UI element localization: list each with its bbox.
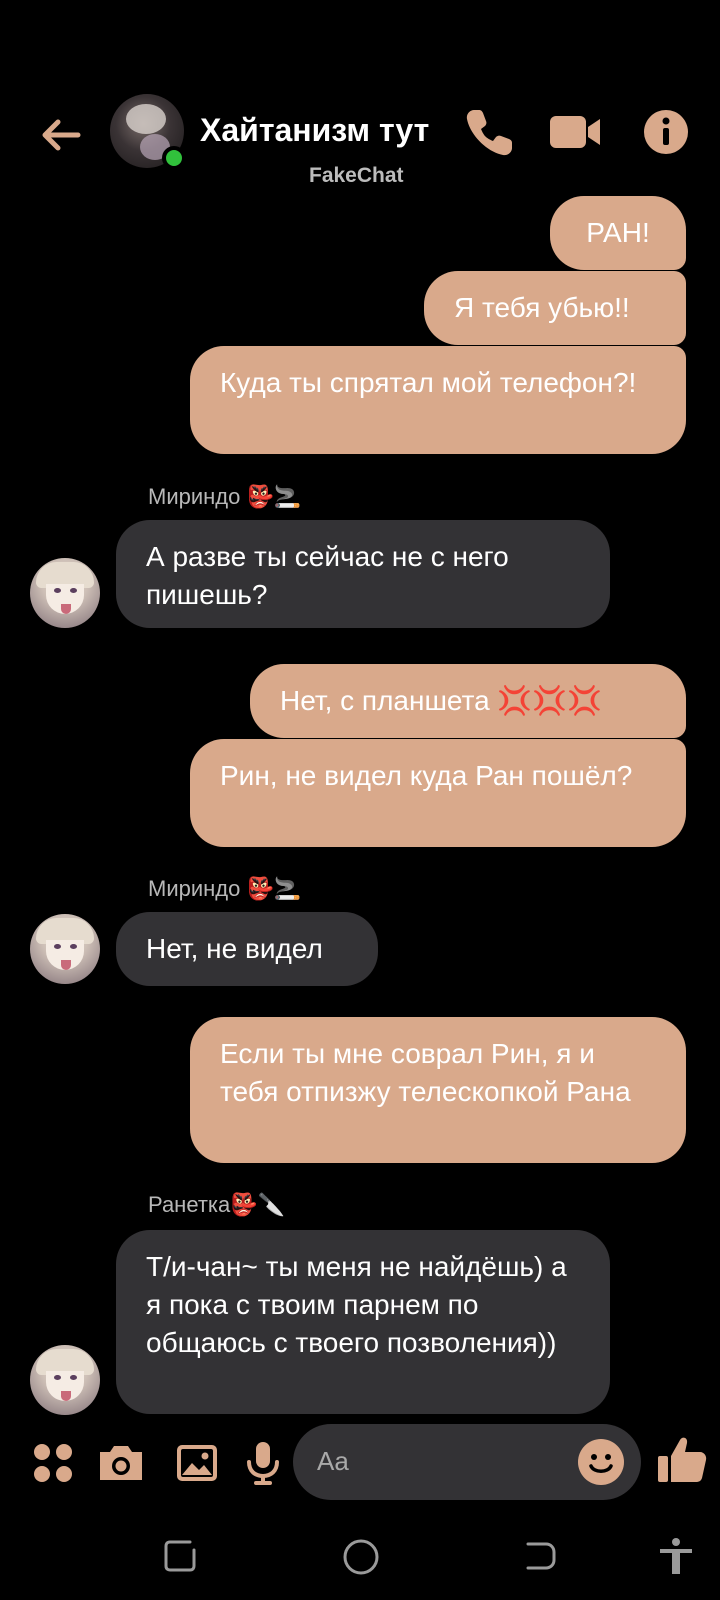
home-icon[interactable] (340, 1536, 382, 1578)
accessibility-icon[interactable] (656, 1536, 696, 1576)
microphone-icon[interactable] (238, 1438, 288, 1488)
message-input[interactable]: Aa (293, 1424, 641, 1500)
thumbs-up-icon[interactable] (654, 1432, 710, 1488)
message-bubble-outgoing[interactable]: Я тебя убью!! (424, 271, 686, 345)
video-camera-icon[interactable] (546, 102, 606, 162)
image-icon[interactable] (172, 1438, 222, 1488)
phone-icon[interactable] (460, 102, 520, 162)
message-bubble-incoming[interactable]: А разве ты сейчас не с него пишешь? (116, 520, 610, 628)
sender-avatar[interactable] (30, 914, 100, 984)
contact-avatar[interactable] (110, 94, 186, 170)
smiley-icon[interactable] (577, 1438, 625, 1486)
four-dots-icon[interactable] (28, 1438, 78, 1488)
back-nav-icon[interactable] (520, 1536, 560, 1576)
sender-name: Ранетка👺🔪 (148, 1192, 286, 1217)
message-bubble-outgoing[interactable]: Рин, не видел куда Ран пошёл? (190, 739, 686, 847)
message-bubble-incoming[interactable]: Т/и-чан~ ты меня не найдёшь) а я пока с … (116, 1230, 610, 1414)
message-bubble-outgoing[interactable]: Нет, с планшета 💢💢💢 (250, 664, 686, 738)
message-bubble-outgoing[interactable]: Куда ты спрятал мой телефон?! (190, 346, 686, 454)
chat-title[interactable]: Хайтанизм тут (200, 112, 429, 149)
chat-header: Хайтанизм тут FakeChat (0, 80, 720, 200)
message-composer: Aa (0, 1420, 720, 1510)
camera-icon[interactable] (96, 1438, 146, 1488)
message-bubble-incoming[interactable]: Нет, не видел (116, 912, 378, 986)
chat-subtitle: FakeChat (309, 164, 404, 187)
message-bubble-outgoing[interactable]: Если ты мне соврал Рин, я и тебя отпизжу… (190, 1017, 686, 1163)
online-indicator (162, 146, 186, 170)
info-icon[interactable] (636, 102, 696, 162)
system-nav-bar (0, 1510, 720, 1600)
recents-icon[interactable] (160, 1536, 200, 1576)
message-input-placeholder: Aa (317, 1446, 349, 1476)
sender-name: Мириндо 👺🚬 (148, 876, 302, 901)
sender-avatar[interactable] (30, 558, 100, 628)
message-bubble-outgoing[interactable]: РАН! (550, 196, 686, 270)
sender-name: Мириндо 👺🚬 (148, 484, 302, 509)
sender-avatar[interactable] (30, 1345, 100, 1415)
back-arrow-icon[interactable] (36, 110, 86, 160)
